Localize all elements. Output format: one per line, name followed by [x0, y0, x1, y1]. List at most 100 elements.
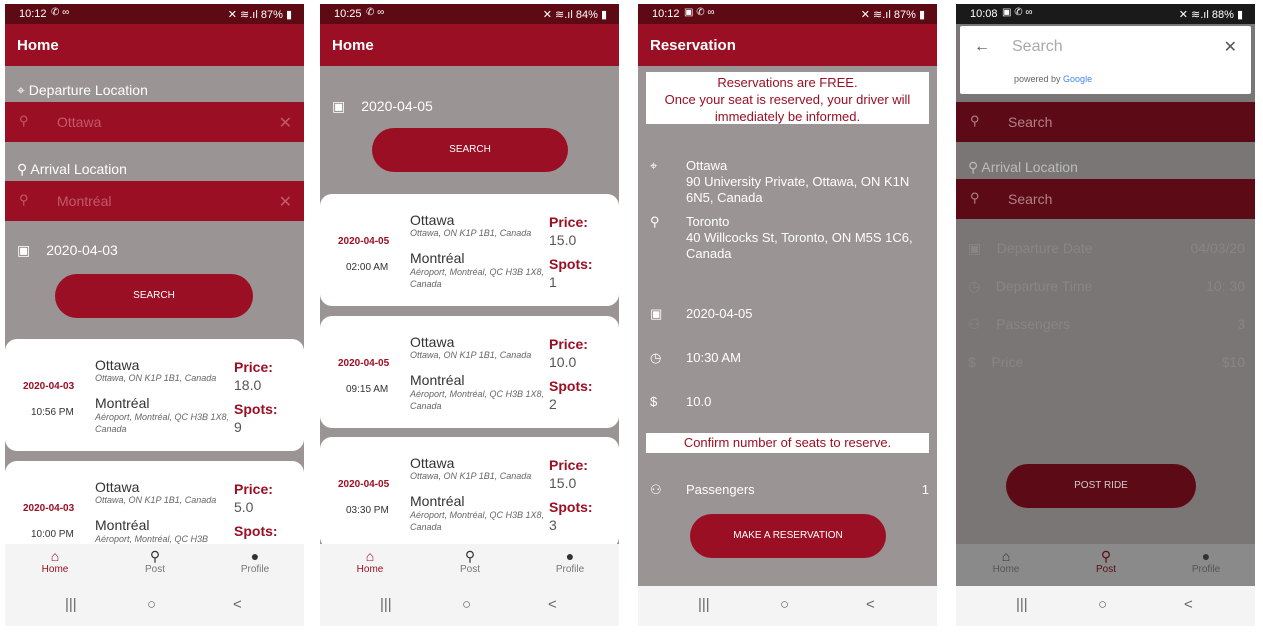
spots-label: Spots: [549, 256, 593, 272]
bottom-nav: ⌂ Home ⚲ Post ● Profile [320, 544, 619, 586]
date-field[interactable]: ▣ 2020-04-03 [17, 242, 118, 259]
location-icon: ⌖ [17, 82, 25, 98]
calendar-icon: ▣ [17, 242, 31, 258]
ride-to: Montréal [410, 372, 465, 388]
people-icon: ⚇ [968, 316, 981, 332]
nav-home[interactable]: ⌂ Home [330, 548, 410, 575]
nav-profile[interactable]: ● Profile [215, 548, 295, 575]
ride-to-addr: Aéroport, Montréal, QC H3B 1X8, Canada [95, 412, 230, 434]
date-field[interactable]: ▣ 2020-04-05 [332, 98, 433, 115]
ride-card[interactable]: 2020-04-05 02:00 AM Ottawa Ottawa, ON K1… [320, 194, 619, 306]
recents-button[interactable]: ||| [1016, 596, 1028, 613]
pin-icon: ⚲ [650, 214, 660, 229]
profile-icon: ● [1201, 548, 1211, 564]
search-icon: ⚲ [970, 113, 980, 128]
arrival-value[interactable]: Montréal [57, 193, 111, 209]
nav-profile[interactable]: ● Profile [1166, 548, 1246, 575]
nav-post[interactable]: ⚲ Post [1066, 548, 1146, 575]
spots-label: Spots: [549, 378, 593, 394]
home-button[interactable]: ○ [780, 596, 789, 613]
battery-level: ✕ ≋.ıl 84% ▮ [542, 9, 607, 21]
screen-home-2: 10:25 ✆ ∞ ✕ ≋.ıl 84% ▮ Home ▣ 2020-04-05 … [320, 4, 619, 626]
home-button[interactable]: ○ [1098, 596, 1107, 613]
departure-date-field[interactable]: ▣ Departure Date 04/03/20 [968, 240, 1245, 257]
price-label: Price: [549, 457, 588, 473]
status-time: 10:12 [652, 8, 680, 20]
system-nav: ||| ○ < [320, 586, 619, 626]
ride-from-addr: Ottawa, ON K1P 1B1, Canada [410, 471, 532, 481]
ride-from-addr: Ottawa, ON K1P 1B1, Canada [410, 228, 532, 238]
ride-from-addr: Ottawa, ON K1P 1B1, Canada [95, 373, 217, 383]
page-title: Home [5, 24, 304, 66]
status-time: 10:12 [19, 8, 47, 20]
battery-level: ✕ ≋.ıl 87% ▮ [860, 9, 925, 21]
passengers-field[interactable]: ⚇ Passengers 3 [968, 316, 1245, 333]
nav-profile[interactable]: ● Profile [530, 548, 610, 575]
calendar-icon: ▣ [968, 240, 982, 256]
page-title: Home [320, 24, 619, 66]
ride-to: Montréal [410, 250, 465, 266]
arrival-search[interactable]: ⚲ Montréal ✕ [5, 181, 304, 221]
system-nav: ||| ○ < [638, 586, 937, 626]
back-button[interactable]: < [548, 596, 557, 613]
close-icon[interactable]: ✕ [1224, 37, 1237, 57]
departure-search[interactable]: ⚲ Search [956, 102, 1255, 142]
home-button[interactable]: ○ [147, 596, 156, 613]
ride-card[interactable]: 2020-04-05 03:30 PM Ottawa Ottawa, ON K1… [320, 437, 619, 549]
price-value: 10.0 [549, 354, 577, 370]
back-button[interactable]: < [1184, 596, 1193, 613]
price-value: 15.0 [549, 232, 577, 248]
post-icon: ⚲ [149, 548, 161, 564]
departure-search[interactable]: ⚲ Ottawa ✕ [5, 102, 304, 142]
nav-home[interactable]: ⌂ Home [15, 548, 95, 575]
ride-card[interactable]: 2020-04-05 09:15 AM Ottawa Ottawa, ON K1… [320, 316, 619, 428]
ride-time: 09:15 AM [346, 384, 389, 395]
ride-from: Ottawa [410, 212, 455, 228]
ride-from: Ottawa [410, 334, 455, 350]
status-bar: 10:12 ▣ ✆ ∞ ✕ ≋.ıl 87% ▮ [638, 4, 937, 24]
profile-icon: ● [250, 548, 260, 564]
departure-value[interactable]: Ottawa [57, 114, 101, 130]
passengers-value[interactable]: 1 [922, 482, 929, 497]
battery-level: ✕ ≋.ıl 87% ▮ [227, 9, 292, 21]
ride-to: Montréal [410, 493, 465, 509]
price-value: 15.0 [549, 475, 577, 491]
money-icon: $ [968, 354, 976, 370]
clear-icon[interactable]: ✕ [279, 113, 292, 133]
spots-value: 9 [234, 419, 242, 435]
ride-to: Montréal [95, 395, 150, 411]
price-field[interactable]: $ Price $10 [968, 354, 1245, 370]
post-icon: ⚲ [1100, 548, 1112, 564]
ride-card[interactable]: 2020-04-03 10:56 PM Ottawa Ottawa, ON K1… [5, 339, 304, 451]
back-button[interactable]: < [866, 596, 875, 613]
recents-button[interactable]: ||| [698, 596, 710, 613]
search-icon: ⚲ [970, 190, 980, 205]
ride-date: 2020-04-03 [23, 503, 75, 514]
make-reservation-button[interactable]: MAKE A RESERVATION [690, 514, 886, 558]
route-from: ⌖ Ottawa 90 University Private, Ottawa, O… [650, 158, 910, 205]
system-nav: ||| ○ < [956, 586, 1255, 626]
arrival-search[interactable]: ⚲ Search [956, 179, 1255, 219]
clock-icon: ◷ [968, 278, 981, 294]
clear-icon[interactable]: ✕ [279, 192, 292, 212]
nav-post[interactable]: ⚲ Post [115, 548, 195, 575]
nav-post[interactable]: ⚲ Post [430, 548, 510, 575]
recents-button[interactable]: ||| [65, 596, 77, 613]
search-button[interactable]: SEARCH [55, 274, 253, 318]
post-ride-button[interactable]: POST RIDE [1006, 464, 1196, 508]
recents-button[interactable]: ||| [380, 596, 392, 613]
powered-by: powered by Google [1014, 74, 1093, 84]
reservation-notice: Reservations are FREE. Once your seat is… [646, 72, 929, 124]
search-button[interactable]: SEARCH [372, 128, 568, 172]
departure-time-field[interactable]: ◷ Departure Time 10: 30 [968, 278, 1245, 295]
places-search-input[interactable]: Search [1012, 38, 1063, 56]
back-button[interactable]: < [233, 596, 242, 613]
spots-label: Spots: [549, 499, 593, 515]
call-icon: ✆ ∞ [51, 7, 70, 18]
nav-home[interactable]: ⌂ Home [966, 548, 1046, 575]
back-arrow-icon[interactable]: ← [974, 38, 990, 56]
screen-home-1: 10:12 ✆ ∞ ✕ ≋.ıl 87% ▮ Home ⌖ Departure … [5, 4, 304, 626]
home-button[interactable]: ○ [462, 596, 471, 613]
screen-reservation: 10:12 ▣ ✆ ∞ ✕ ≋.ıl 87% ▮ Reservation Res… [638, 4, 937, 626]
price-label: Price: [549, 214, 588, 230]
